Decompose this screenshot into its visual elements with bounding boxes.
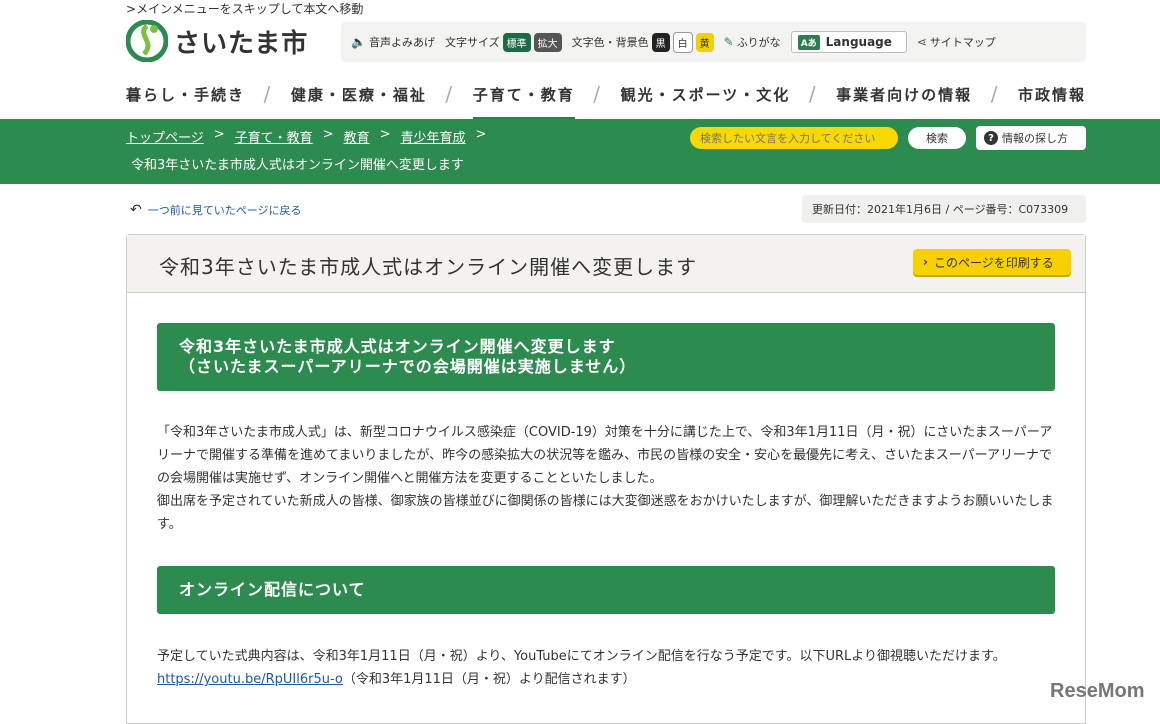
size-standard-button[interactable]: 標準: [502, 32, 531, 52]
howto-button[interactable]: ? 情報の探し方: [976, 126, 1086, 150]
skip-link[interactable]: >メインメニューをスキップして本文へ移動: [126, 0, 363, 17]
breadcrumb-bar: トップページ > 子育て・教育 > 教育 > 青少年育成 > 令和3年さいたま市成人式は…: [0, 119, 1160, 184]
share-icon: ⋖: [916, 35, 927, 49]
chevron-right-icon: >: [213, 127, 225, 142]
nav-separator: /: [445, 82, 455, 106]
breadcrumb-link[interactable]: 子育て・教育: [235, 127, 313, 146]
breadcrumb-link[interactable]: 青少年育成: [401, 127, 466, 146]
header: さいたま市 🔈 音声よみあげ 文字サイズ 標準 拡大 文字色・背景色 黒 白 黄 …: [126, 20, 1086, 64]
nav-item-living[interactable]: 暮らし・手続き: [126, 84, 245, 105]
question-icon: ?: [984, 131, 998, 145]
text-size-control: 文字サイズ 標準 拡大: [444, 32, 562, 52]
city-emblem-icon: [126, 20, 168, 62]
youtube-link[interactable]: https://youtu.be/RpUIl6r5u-o: [157, 672, 343, 687]
print-button[interactable]: › このページを印刷する: [913, 249, 1071, 275]
speaker-icon: 🔈: [351, 35, 366, 49]
section-heading-online: オンライン配信について: [157, 566, 1055, 614]
site-logo[interactable]: さいたま市: [126, 20, 308, 62]
chevron-right-icon: >: [475, 127, 487, 142]
url-note: （令和3年1月11日（月・祝）より配信されます）: [342, 672, 636, 687]
body-text-online: 予定していた式典内容は、令和3年1月11日（月・祝）より、YouTubeにてオン…: [157, 645, 1057, 691]
voice-read-button[interactable]: 🔈 音声よみあげ: [351, 34, 435, 50]
nav-separator: /: [990, 82, 1000, 106]
search-button[interactable]: 検索: [908, 127, 966, 149]
nav-separator: /: [593, 82, 603, 106]
chevron-right-icon: ›: [923, 255, 928, 269]
heading-line: （さいたまスーパーアリーナでの会場開催は実施しません）: [179, 357, 637, 376]
nav-item-city-admin[interactable]: 市政情報: [1018, 84, 1086, 105]
page-header: 令和3年さいたま市成人式はオンライン開催へ変更します › このページを印刷する: [127, 235, 1085, 293]
text-size-label: 文字サイズ: [444, 36, 500, 49]
nav-separator: /: [808, 82, 818, 106]
utility-bar: 🔈 音声よみあげ 文字サイズ 標準 拡大 文字色・背景色 黒 白 黄 ✎ ふりがな …: [341, 22, 1086, 62]
body-text: 「令和3年さいたま市成人式」は、新型コロナウイルス感染症（COVID-19）対策…: [157, 421, 1057, 536]
language-button[interactable]: Aあ Language: [790, 31, 907, 53]
chevron-right-icon: >: [322, 127, 334, 142]
color-yellow-button[interactable]: 黄: [695, 32, 714, 52]
main-content: 令和3年さいたま市成人式はオンライン開催へ変更します › このページを印刷する 令…: [126, 234, 1086, 724]
breadcrumb-link[interactable]: 教育: [344, 127, 370, 146]
color-label: 文字色・背景色: [571, 36, 649, 49]
paragraph: 予定していた式典内容は、令和3年1月11日（月・祝）より、YouTubeにてオン…: [157, 649, 1006, 664]
breadcrumb-current: 令和3年さいたま市成人式はオンライン開催へ変更します: [131, 158, 464, 173]
update-info: 更新日付：2021年1月6日 / ページ番号：C073309: [802, 195, 1086, 223]
nav-item-business[interactable]: 事業者向けの情報: [836, 84, 972, 105]
paragraph: 「令和3年さいたま市成人式」は、新型コロナウイルス感染症（COVID-19）対策…: [157, 425, 1053, 486]
search-input[interactable]: [690, 127, 898, 149]
global-nav: 暮らし・手続き / 健康・医療・福祉 / 子育て・教育 / 観光・スポーツ・文化…: [126, 70, 1086, 120]
back-arrow-icon: ↶: [130, 202, 142, 218]
site-name: さいたま市: [174, 28, 309, 59]
color-white-button[interactable]: 白: [672, 31, 693, 53]
breadcrumb: トップページ > 子育て・教育 > 教育 > 青少年育成 >: [126, 127, 486, 146]
page-title: 令和3年さいたま市成人式はオンライン開催へ変更します: [159, 255, 698, 279]
furigana-button[interactable]: ✎ ふりがな: [724, 34, 781, 50]
sitemap-link[interactable]: ⋖ サイトマップ: [917, 34, 996, 50]
paragraph: 御出席を予定されていた新成人の皆様、御家族の皆様並びに御関係の皆様には大変御迷惑…: [157, 494, 1054, 532]
back-link[interactable]: ↶ 一つ前に見ていたページに戻る: [130, 202, 302, 218]
size-large-button[interactable]: 拡大: [533, 32, 562, 52]
url-line: https://youtu.be/RpUIl6r5u-o（令和3年1月11日（月…: [157, 668, 1057, 691]
nav-item-childcare[interactable]: 子育て・教育: [472, 84, 575, 120]
nav-item-tourism[interactable]: 観光・スポーツ・文化: [621, 84, 791, 105]
heading-line: 令和3年さいたま市成人式はオンライン開催へ変更します: [179, 337, 616, 356]
watermark-logo: ReseMom: [1050, 680, 1145, 702]
nav-item-health[interactable]: 健康・医療・福祉: [291, 84, 427, 105]
color-control: 文字色・背景色 黒 白 黄: [571, 31, 714, 53]
chevron-right-icon: >: [379, 127, 391, 142]
color-black-button[interactable]: 黒: [651, 32, 670, 52]
breadcrumb-link[interactable]: トップページ: [126, 127, 204, 146]
nav-separator: /: [263, 82, 273, 106]
section-heading: 令和3年さいたま市成人式はオンライン開催へ変更します （さいたまスーパーアリーナ…: [157, 323, 1055, 391]
pencil-icon: ✎: [723, 35, 734, 49]
language-icon: Aあ: [797, 34, 820, 50]
